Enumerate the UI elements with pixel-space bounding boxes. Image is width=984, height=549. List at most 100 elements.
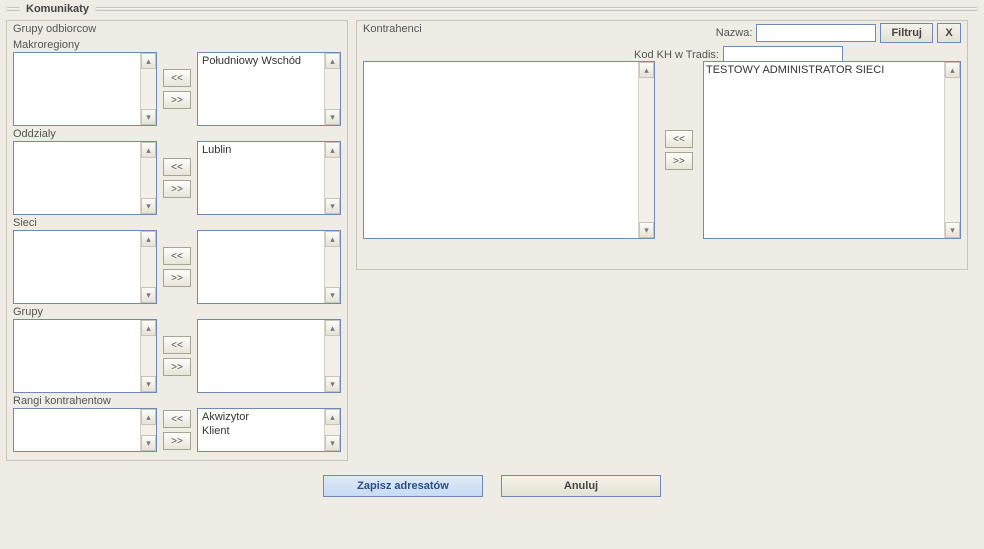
scroll-down-icon[interactable]: ▾	[945, 222, 960, 238]
scroll-up-icon[interactable]: ▴	[945, 62, 960, 78]
section-label: Oddzialy	[13, 128, 341, 140]
contractors-move-right-button[interactable]: >>	[665, 152, 693, 170]
scroll-track[interactable]	[141, 247, 156, 287]
scroll-up-icon[interactable]: ▴	[141, 231, 156, 247]
move-right-button[interactable]: >>	[163, 180, 191, 198]
section-label: Rangi kontrahentow	[13, 395, 341, 407]
contractors-title: Kontrahenci	[363, 23, 422, 35]
scroll-down-icon[interactable]: ▾	[141, 376, 156, 392]
scroll-down-icon[interactable]: ▾	[639, 222, 654, 238]
scroll-up-icon[interactable]: ▴	[325, 409, 340, 425]
scroll-track[interactable]	[639, 78, 654, 222]
scrollbar[interactable]: ▴▾	[140, 53, 156, 125]
window-title-bar: Komunikaty	[0, 0, 984, 18]
list-item[interactable]: TESTOWY ADMINISTRATOR SIECI	[706, 63, 944, 77]
scroll-track[interactable]	[945, 78, 960, 222]
listbox-target[interactable]: Południowy Wschód▴▾	[197, 52, 341, 126]
listbox-source[interactable]: ▴▾	[13, 230, 157, 304]
listbox-source[interactable]: ▴▾	[13, 319, 157, 393]
scroll-track[interactable]	[325, 247, 340, 287]
move-right-button[interactable]: >>	[163, 91, 191, 109]
move-left-button[interactable]: <<	[163, 158, 191, 176]
move-buttons: << >>	[161, 52, 193, 126]
scroll-up-icon[interactable]: ▴	[325, 53, 340, 69]
filter-name-input[interactable]	[756, 24, 876, 42]
scrollbar[interactable]: ▴▾	[324, 409, 340, 451]
listbox-target[interactable]: AkwizytorKlient▴▾	[197, 408, 341, 452]
scrollbar[interactable]: ▴▾	[324, 142, 340, 214]
scrollbar[interactable]: ▴▾	[324, 231, 340, 303]
listbox-source[interactable]: ▴▾	[13, 141, 157, 215]
move-left-button[interactable]: <<	[163, 69, 191, 87]
move-buttons: << >>	[161, 141, 193, 215]
save-recipients-button[interactable]: Zapisz adresatów	[323, 475, 483, 497]
scrollbar[interactable]: ▴▾	[140, 320, 156, 392]
scrollbar[interactable]: ▴▾	[140, 142, 156, 214]
scroll-up-icon[interactable]: ▴	[639, 62, 654, 78]
scroll-down-icon[interactable]: ▾	[141, 435, 156, 451]
listbox-target[interactable]: Lublin▴▾	[197, 141, 341, 215]
listbox-target[interactable]: ▴▾	[197, 230, 341, 304]
list-item[interactable]: Klient	[200, 424, 324, 438]
scroll-down-icon[interactable]: ▾	[325, 109, 340, 125]
scroll-down-icon[interactable]: ▾	[325, 287, 340, 303]
dual-list-row: ▴▾<<>>▴▾	[13, 319, 341, 393]
move-left-button[interactable]: <<	[163, 410, 191, 428]
listbox-source[interactable]: ▴▾	[13, 52, 157, 126]
filter-button[interactable]: Filtruj	[880, 23, 933, 43]
scrollbar[interactable]: ▴▾	[324, 53, 340, 125]
move-buttons: << >>	[161, 319, 193, 393]
move-right-button[interactable]: >>	[163, 358, 191, 376]
scroll-up-icon[interactable]: ▴	[141, 409, 156, 425]
scrollbar[interactable]: ▴ ▾	[944, 62, 960, 238]
contractors-move-left-button[interactable]: <<	[665, 130, 693, 148]
scrollbar[interactable]: ▴ ▾	[638, 62, 654, 238]
scrollbar[interactable]: ▴▾	[324, 320, 340, 392]
contractors-panel: Kontrahenci Nazwa: Filtruj X Kod KH w Tr…	[356, 20, 968, 270]
section-label: Grupy	[13, 306, 341, 318]
scroll-track[interactable]	[325, 336, 340, 376]
scrollbar[interactable]: ▴▾	[140, 231, 156, 303]
scroll-up-icon[interactable]: ▴	[325, 231, 340, 247]
scroll-track[interactable]	[141, 336, 156, 376]
section-label: Makroregiony	[13, 39, 341, 51]
move-left-button[interactable]: <<	[163, 336, 191, 354]
list-item[interactable]: Południowy Wschód	[200, 54, 324, 68]
list-item[interactable]: Lublin	[200, 143, 324, 157]
cancel-button[interactable]: Anuluj	[501, 475, 661, 497]
scroll-up-icon[interactable]: ▴	[325, 320, 340, 336]
move-right-button[interactable]: >>	[163, 432, 191, 450]
listbox-target[interactable]: ▴▾	[197, 319, 341, 393]
scroll-up-icon[interactable]: ▴	[141, 53, 156, 69]
scroll-track[interactable]	[325, 69, 340, 109]
contractors-selected-list[interactable]: TESTOWY ADMINISTRATOR SIECI ▴ ▾	[703, 61, 961, 239]
move-right-button[interactable]: >>	[163, 269, 191, 287]
scroll-down-icon[interactable]: ▾	[325, 376, 340, 392]
contractors-available-list[interactable]: ▴ ▾	[363, 61, 655, 239]
scroll-track[interactable]	[325, 425, 340, 435]
scroll-down-icon[interactable]: ▾	[325, 435, 340, 451]
scroll-track[interactable]	[141, 425, 156, 435]
scroll-track[interactable]	[141, 158, 156, 198]
scroll-up-icon[interactable]: ▴	[325, 142, 340, 158]
scroll-track[interactable]	[325, 158, 340, 198]
filter-code-label: Kod KH w Tradis:	[634, 49, 719, 61]
scroll-down-icon[interactable]: ▾	[325, 198, 340, 214]
scroll-up-icon[interactable]: ▴	[141, 320, 156, 336]
scrollbar[interactable]: ▴▾	[140, 409, 156, 451]
scroll-down-icon[interactable]: ▾	[141, 287, 156, 303]
recipient-groups-panel: Grupy odbiorcow Makroregiony▴▾<<>>Połudn…	[6, 20, 348, 461]
close-button[interactable]: X	[937, 23, 961, 43]
title-decor-right	[95, 7, 978, 11]
move-buttons: << >>	[161, 408, 193, 452]
move-left-button[interactable]: <<	[163, 247, 191, 265]
move-buttons: << >>	[161, 230, 193, 304]
list-item[interactable]: Akwizytor	[200, 410, 324, 424]
scroll-down-icon[interactable]: ▾	[141, 198, 156, 214]
scroll-up-icon[interactable]: ▴	[141, 142, 156, 158]
scroll-down-icon[interactable]: ▾	[141, 109, 156, 125]
dual-list-row: ▴▾<<>>Południowy Wschód▴▾	[13, 52, 341, 126]
listbox-source[interactable]: ▴▾	[13, 408, 157, 452]
scroll-track[interactable]	[141, 69, 156, 109]
footer-buttons: Zapisz adresatów Anuluj	[0, 461, 984, 497]
